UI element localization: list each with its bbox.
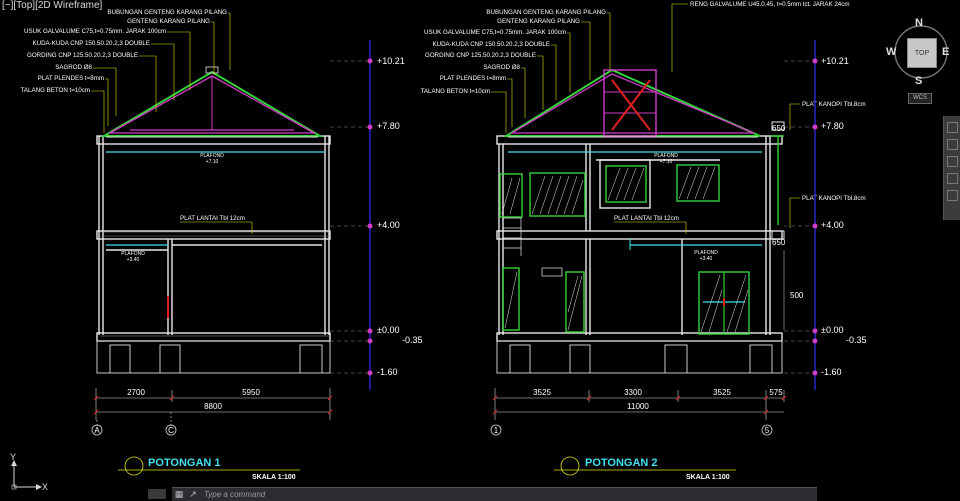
navigation-bar[interactable] <box>943 116 960 220</box>
s2-dim-500: 500 <box>790 291 804 300</box>
s1-label-talang: TALANG BETON t=10cm <box>21 87 90 94</box>
section-2-roof <box>502 68 761 138</box>
compass-north[interactable]: N <box>915 17 923 29</box>
s2-label-plat: PLAT PLENDES t=8mm <box>440 75 506 82</box>
s1-label-sagrod: SAGROD Ø8 <box>55 64 92 71</box>
section-2-roof-labels: BUBUNGAN GENTENG KARANG PILANG GENTENG K… <box>421 1 866 202</box>
s2-label-genteng: GENTENG KARANG PILANG <box>497 18 580 25</box>
section-2-walls <box>496 135 783 342</box>
section-1-grid-bubbles: A C <box>91 424 177 436</box>
showmotion-icon[interactable] <box>946 190 958 201</box>
s2-elev-000: ±0.00 <box>821 325 843 335</box>
section-1-title-block: POTONGAN 1 SKALA 1:100 <box>118 456 300 481</box>
s2-grid-5: 5 <box>765 426 770 435</box>
section-1-elevations: +10.21 +7.80 +4.00 ±0.00 -0.35 -1.60 <box>377 56 423 377</box>
s2-dim-650a: 650 <box>772 124 786 133</box>
s2-label-talang: TALANG BETON t=10cm <box>421 88 490 95</box>
s1-plat-lantai: PLAT LANTAI Tbl 12cm <box>180 215 245 222</box>
s2-plafond-upper-val: +7.10 <box>660 159 673 165</box>
section-1-slab-hatch <box>100 231 330 337</box>
section-2-dim-text: 3525 3300 3525 575 11000 <box>533 388 783 411</box>
section-2-small-dims: 650 650 500 <box>772 124 804 300</box>
section-1-walls <box>96 135 331 342</box>
s2-elev-160: -1.60 <box>821 367 842 377</box>
s1-plafond-lower-val: +3.40 <box>127 257 140 263</box>
s1-title: POTONGAN 1 <box>148 457 221 469</box>
compass-west[interactable]: W <box>886 46 896 58</box>
s2-dim-3525b: 3525 <box>713 388 731 397</box>
compass-east[interactable]: E <box>942 46 949 58</box>
s1-elev-400: +4.00 <box>377 220 400 230</box>
s1-elev-035: -0.35 <box>402 335 423 345</box>
section-1-level-lines <box>330 60 370 374</box>
s1-grid-a: A <box>94 426 100 435</box>
command-input[interactable] <box>200 489 817 500</box>
s2-label-kanopi2: PLAT KANOPI Tbl.8cm <box>802 195 866 202</box>
compass-south[interactable]: S <box>915 75 922 87</box>
s2-elev-1021: +10.21 <box>821 56 849 66</box>
wcs-menu[interactable]: WCS <box>908 93 932 104</box>
drawing-canvas[interactable]: BUBUNGAN GENTENG KARANG PILANG GENTENG K… <box>0 0 960 500</box>
s2-dim-3525a: 3525 <box>533 388 551 397</box>
zoom-icon[interactable] <box>946 156 958 167</box>
section-1-roof <box>100 66 324 138</box>
section-2-stair <box>503 217 563 277</box>
s2-title: POTONGAN 2 <box>585 457 658 469</box>
s1-label-genteng: GENTENG KARANG PILANG <box>127 18 210 25</box>
s2-plafond-lower-val: +3.40 <box>700 256 713 262</box>
s1-dim-total: 8800 <box>204 402 222 411</box>
ucs-icon <box>11 460 42 490</box>
pan-icon[interactable] <box>946 139 958 150</box>
layout-tabs-scroll[interactable] <box>148 489 166 499</box>
ucs-x-label: X <box>42 482 49 492</box>
viewcube-top-face[interactable]: TOP <box>907 38 937 68</box>
orbit-icon[interactable] <box>946 173 958 184</box>
section-1: BUBUNGAN GENTENG KARANG PILANG GENTENG K… <box>21 9 423 481</box>
s1-label-gording: GORDING CNP 125.50.20.2,3 DOUBLE <box>27 52 138 59</box>
section-2-title-block: POTONGAN 2 SKALA 1:100 <box>554 456 736 481</box>
s2-elev-780: +7.80 <box>821 121 844 131</box>
command-recent-icon[interactable]: ↗ <box>186 489 200 500</box>
s1-dim-2700: 2700 <box>127 388 145 397</box>
s2-elev-035: -0.35 <box>846 335 867 345</box>
ucs-y-label: Y <box>10 452 17 462</box>
section-2: BUBUNGAN GENTENG KARANG PILANG GENTENG K… <box>421 1 867 481</box>
s2-dim-3300: 3300 <box>624 388 642 397</box>
s2-dim-650b: 650 <box>772 238 786 247</box>
section-1-dim-text: 2700 5950 8800 <box>127 388 260 411</box>
viewport-controls-label[interactable]: [−][Top][2D Wireframe] <box>2 0 102 11</box>
command-customize-icon[interactable]: ▦ <box>172 489 186 500</box>
s2-scale: SKALA 1:100 <box>686 474 730 481</box>
section-2-footings <box>496 340 783 374</box>
s2-label-sagrod: SAGROD Ø8 <box>483 64 520 71</box>
section-2-grid-bubbles: 1 5 <box>490 424 773 436</box>
s1-scale: SKALA 1:100 <box>252 474 296 481</box>
s1-label-plat: PLAT PLENDES t=8mm <box>38 75 104 82</box>
s2-label-kanopi1: PLAT KANOPI Tbl.8cm <box>802 101 866 108</box>
s1-grid-c: C <box>168 426 174 435</box>
s1-label-kuda: KUDA-KUDA CNP 150.50.20.2,3 DOUBLE <box>32 40 150 47</box>
s1-elev-160: -1.60 <box>377 367 398 377</box>
s1-plafond-upper-val: +7.10 <box>206 159 219 165</box>
s2-label-gording: GORDING CNP 125.50.20.2,3 DOUBLE <box>425 52 536 59</box>
s1-elev-780: +7.80 <box>377 121 400 131</box>
s2-label-usuk: USUK GALVALUME C75,t=0.75mm. JARAK 100cm <box>424 29 566 36</box>
s2-elev-400: +4.00 <box>821 220 844 230</box>
nav-wheel-icon[interactable] <box>946 122 958 133</box>
s1-elev-1021: +10.21 <box>377 56 405 66</box>
s1-label-usuk: USUK GALVALUME C75,t=0.75mm. JARAK 100cm <box>24 28 166 35</box>
s2-dim-575: 575 <box>769 388 783 397</box>
s2-label-kuda: KUDA-KUDA CNP 150.50.20.2,3 DOUBLE <box>432 41 550 48</box>
s2-grid-1: 1 <box>494 426 499 435</box>
section-2-plafond: PLAFOND +7.10 PLAFOND +3.40 <box>654 153 718 262</box>
command-line: ▦ ↗ <box>172 487 817 501</box>
section-1-footings <box>96 340 331 374</box>
s2-label-bubungan: BUBUNGAN GENTENG KARANG PILANG <box>486 9 606 16</box>
s2-dim-total: 11000 <box>627 402 649 411</box>
s1-elev-000: ±0.00 <box>377 325 399 335</box>
s2-label-reng: RENG GALVALUME U45.0.45, t=0.5mm tct. JA… <box>690 1 850 8</box>
s2-plat-lantai: PLAT LANTAI Tbl 12cm <box>614 215 679 222</box>
s1-label-bubungan: BUBUNGAN GENTENG KARANG PILANG <box>107 9 227 16</box>
s1-dim-5950: 5950 <box>242 388 260 397</box>
